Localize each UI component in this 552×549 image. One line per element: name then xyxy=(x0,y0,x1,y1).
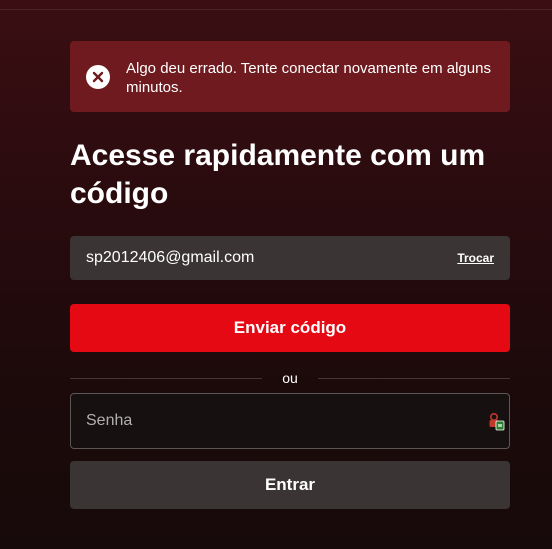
or-divider: ou xyxy=(70,366,511,390)
divider-label: ou xyxy=(282,370,298,386)
sign-in-button[interactable]: Entrar xyxy=(70,461,510,509)
login-form: Algo deu errado. Tente conectar novament… xyxy=(70,41,511,509)
change-email-link[interactable]: Trocar xyxy=(457,251,494,265)
divider-line-right xyxy=(317,377,511,379)
error-message: Algo deu errado. Tente conectar novament… xyxy=(126,60,491,96)
send-code-button[interactable]: Enviar código xyxy=(70,304,510,352)
password-field[interactable] xyxy=(70,393,510,449)
top-divider xyxy=(0,9,552,10)
close-circle-icon xyxy=(86,65,110,89)
divider-line-left xyxy=(70,377,263,379)
email-value: sp2012406@gmail.com xyxy=(86,249,255,266)
password-manager-icon[interactable] xyxy=(487,411,507,431)
error-alert: Algo deu errado. Tente conectar novament… xyxy=(70,41,510,112)
password-input[interactable] xyxy=(86,412,466,430)
email-display: sp2012406@gmail.com Trocar xyxy=(70,236,510,280)
page-title: Acesse rapidamente com um código xyxy=(70,139,486,210)
